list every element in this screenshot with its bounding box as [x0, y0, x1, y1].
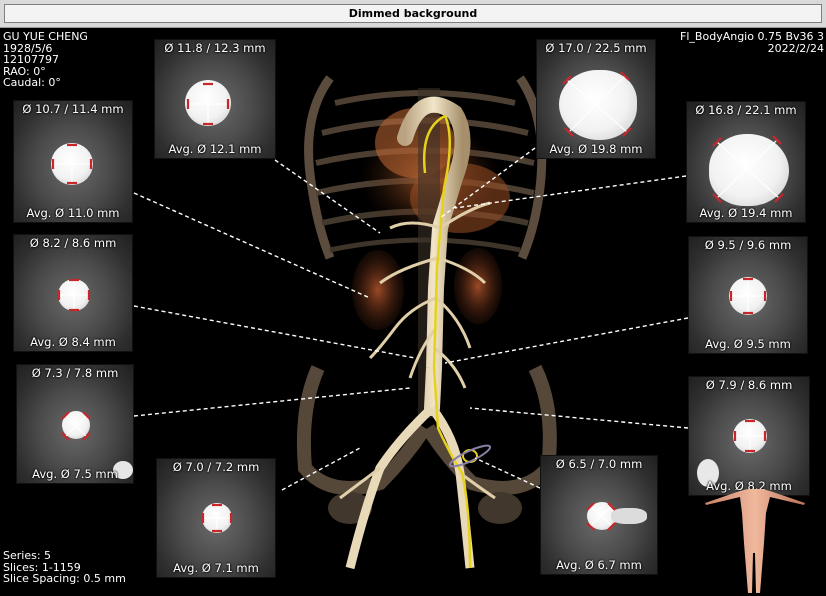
caudal-angle: Caudal: 0°	[3, 76, 61, 89]
cross-section-thumb-4[interactable]: Ø 7.3 / 7.8 mm Avg. Ø 7.5 mm	[16, 364, 134, 484]
protocol-label: Fl_BodyAngio 0.75 Bv36 3	[680, 30, 824, 43]
average-label: Avg. Ø 8.4 mm	[30, 335, 116, 349]
diameter-label: Ø 9.5 / 9.6 mm	[704, 238, 792, 252]
diameter-label: Ø 7.0 / 7.2 mm	[172, 460, 260, 474]
average-label: Avg. Ø 11.0 mm	[26, 206, 120, 220]
cross-section-thumb-6[interactable]: Ø 17.0 / 22.5 mm Avg. Ø 19.8 mm	[536, 39, 656, 159]
patient-info: GU YUE CHENG 1928/5/6 12107797 RAO: 0° C…	[3, 31, 88, 89]
diameter-label: Ø 7.3 / 7.8 mm	[31, 366, 119, 380]
cross-section-thumb-3[interactable]: Ø 8.2 / 8.6 mm Avg. Ø 8.4 mm	[13, 234, 133, 352]
series-info: Series: 5 Slices: 1-1159 Slice Spacing: …	[3, 550, 126, 585]
human-body-orientation-icon[interactable]	[700, 483, 810, 596]
diameter-label: Ø 16.8 / 22.1 mm	[695, 103, 797, 117]
diameter-label: Ø 11.8 / 12.3 mm	[164, 41, 266, 55]
average-label: Avg. Ø 19.8 mm	[549, 142, 643, 156]
series-number: Series: 5	[3, 549, 52, 562]
diameter-markers	[51, 143, 93, 185]
slice-spacing: Slice Spacing: 0.5 mm	[3, 572, 126, 585]
diameter-label: Ø 6.5 / 7.0 mm	[555, 457, 643, 471]
cross-section-thumb-1[interactable]: Ø 11.8 / 12.3 mm Avg. Ø 12.1 mm	[154, 39, 276, 159]
average-label: Avg. Ø 12.1 mm	[168, 142, 262, 156]
cross-section-thumb-7[interactable]: Ø 16.8 / 22.1 mm Avg. Ø 19.4 mm	[686, 101, 806, 223]
cross-section-thumb-8[interactable]: Ø 9.5 / 9.6 mm Avg. Ø 9.5 mm	[688, 236, 808, 354]
image-viewport[interactable]: GU YUE CHENG 1928/5/6 12107797 RAO: 0° C…	[0, 28, 826, 596]
study-date: 2022/2/24	[767, 41, 824, 55]
average-label: Avg. Ø 7.5 mm	[32, 467, 118, 481]
diameter-label: Ø 17.0 / 22.5 mm	[545, 41, 647, 55]
cross-section-thumb-9[interactable]: Ø 7.9 / 8.6 mm Avg. Ø 8.2 mm	[688, 376, 810, 496]
diameter-label: Ø 8.2 / 8.6 mm	[29, 236, 117, 250]
diameter-label: Ø 7.9 / 8.6 mm	[705, 378, 793, 392]
cross-section-thumb-10[interactable]: Ø 6.5 / 7.0 mm Avg. Ø 6.7 mm	[540, 455, 658, 575]
window-title: Dimmed background	[4, 4, 822, 23]
diameter-label: Ø 10.7 / 11.4 mm	[22, 102, 124, 116]
average-label: Avg. Ø 6.7 mm	[556, 558, 642, 572]
patient-id: 12107797	[3, 53, 59, 66]
patient-name: GU YUE CHENG	[3, 30, 88, 43]
average-label: Avg. Ø 19.4 mm	[699, 206, 793, 220]
title-bar: Dimmed background	[0, 0, 826, 28]
cross-section-thumb-2[interactable]: Ø 10.7 / 11.4 mm Avg. Ø 11.0 mm	[13, 100, 133, 223]
average-label: Avg. Ø 9.5 mm	[705, 337, 791, 351]
cross-section-thumb-5[interactable]: Ø 7.0 / 7.2 mm Avg. Ø 7.1 mm	[156, 458, 276, 578]
average-label: Avg. Ø 7.1 mm	[173, 561, 259, 575]
diameter-markers	[712, 135, 784, 203]
study-info: Fl_BodyAngio 0.75 Bv36 3 2022/2/24	[680, 31, 824, 54]
